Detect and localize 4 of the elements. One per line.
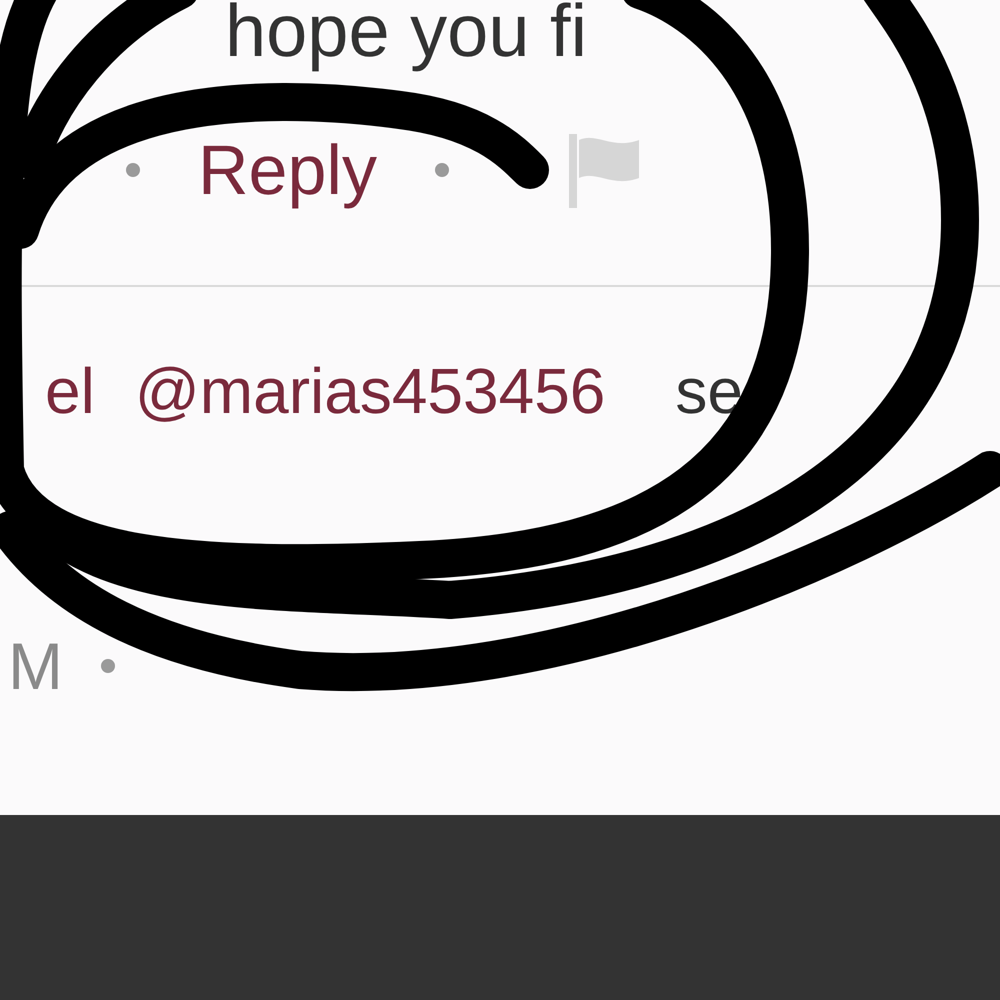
timestamp: M <box>8 633 63 699</box>
author-name[interactable]: el <box>45 359 95 423</box>
reply-text: se <box>675 359 743 423</box>
mention-link[interactable]: @marias453456 <box>134 359 606 423</box>
